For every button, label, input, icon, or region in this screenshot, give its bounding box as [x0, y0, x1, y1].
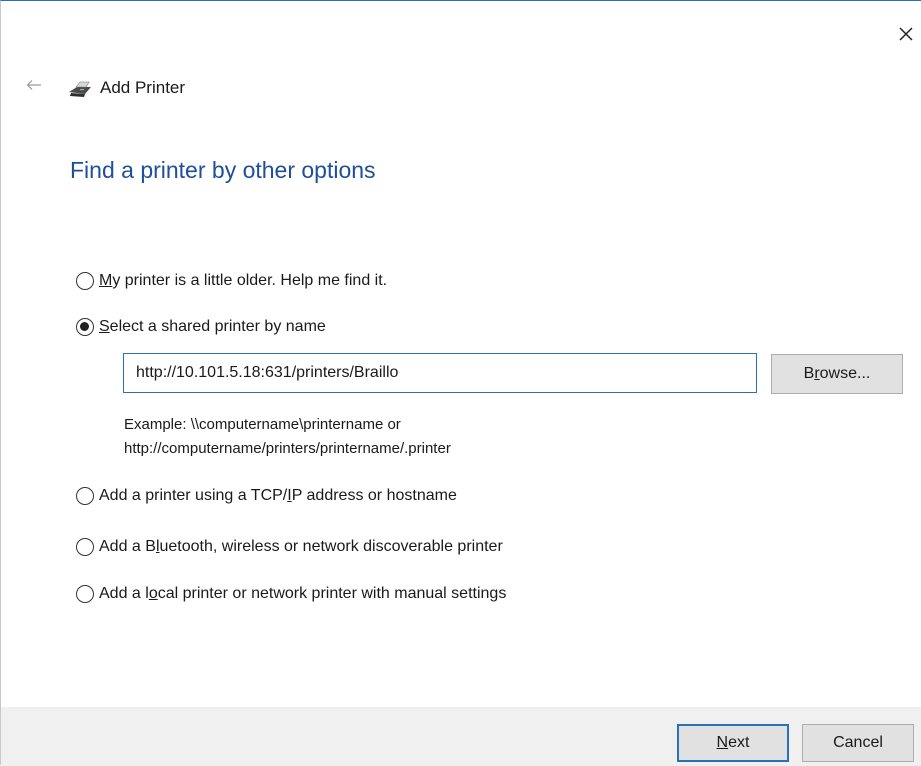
browse-button[interactable]: Br owse... — [771, 354, 903, 394]
next-button[interactable]: Next — [677, 724, 789, 762]
radio-local-printer[interactable] — [76, 585, 94, 603]
radio-bluetooth[interactable] — [76, 538, 94, 556]
add-printer-dialog: Add Printer Find a printer by other opti… — [0, 0, 921, 766]
radio-tcpip[interactable] — [76, 487, 94, 505]
option-bluetooth[interactable]: Add a Bluetooth, wireless or network dis… — [76, 538, 503, 556]
option-bluetooth-label: Add a Bluetooth, wireless or network dis… — [99, 538, 503, 555]
example-line-2: http://computername/printers/printername… — [124, 440, 451, 457]
example-text: Example: \\computername\printername or h… — [124, 413, 451, 461]
option-tcpip[interactable]: Add a printer using a TCP/IP address or … — [76, 487, 457, 505]
option-shared-printer[interactable]: Select a shared printer by name — [76, 318, 326, 336]
option-tcpip-label: Add a printer using a TCP/IP address or … — [99, 487, 457, 504]
printer-icon — [67, 79, 93, 99]
example-line-1: Example: \\computername\printername or — [124, 416, 401, 433]
option-shared-printer-label: Select a shared printer by name — [99, 318, 326, 335]
radio-shared-printer[interactable] — [76, 318, 94, 336]
option-older-printer-label: My printer is a little older. Help me fi… — [99, 272, 388, 289]
radio-older-printer[interactable] — [76, 272, 94, 290]
back-button[interactable] — [25, 79, 43, 95]
option-older-printer[interactable]: My printer is a little older. Help me fi… — [76, 272, 387, 290]
dialog-header-title: Add Printer — [100, 78, 186, 97]
cancel-button[interactable]: Cancel — [802, 724, 914, 762]
close-icon — [898, 26, 914, 47]
shared-printer-input[interactable] — [123, 353, 757, 393]
page-title: Find a printer by other options — [70, 157, 376, 183]
close-button[interactable] — [895, 25, 917, 47]
option-local-printer-label: Add a local printer or network printer w… — [99, 585, 507, 602]
back-arrow-icon — [26, 78, 42, 96]
option-local-printer[interactable]: Add a local printer or network printer w… — [76, 585, 506, 603]
